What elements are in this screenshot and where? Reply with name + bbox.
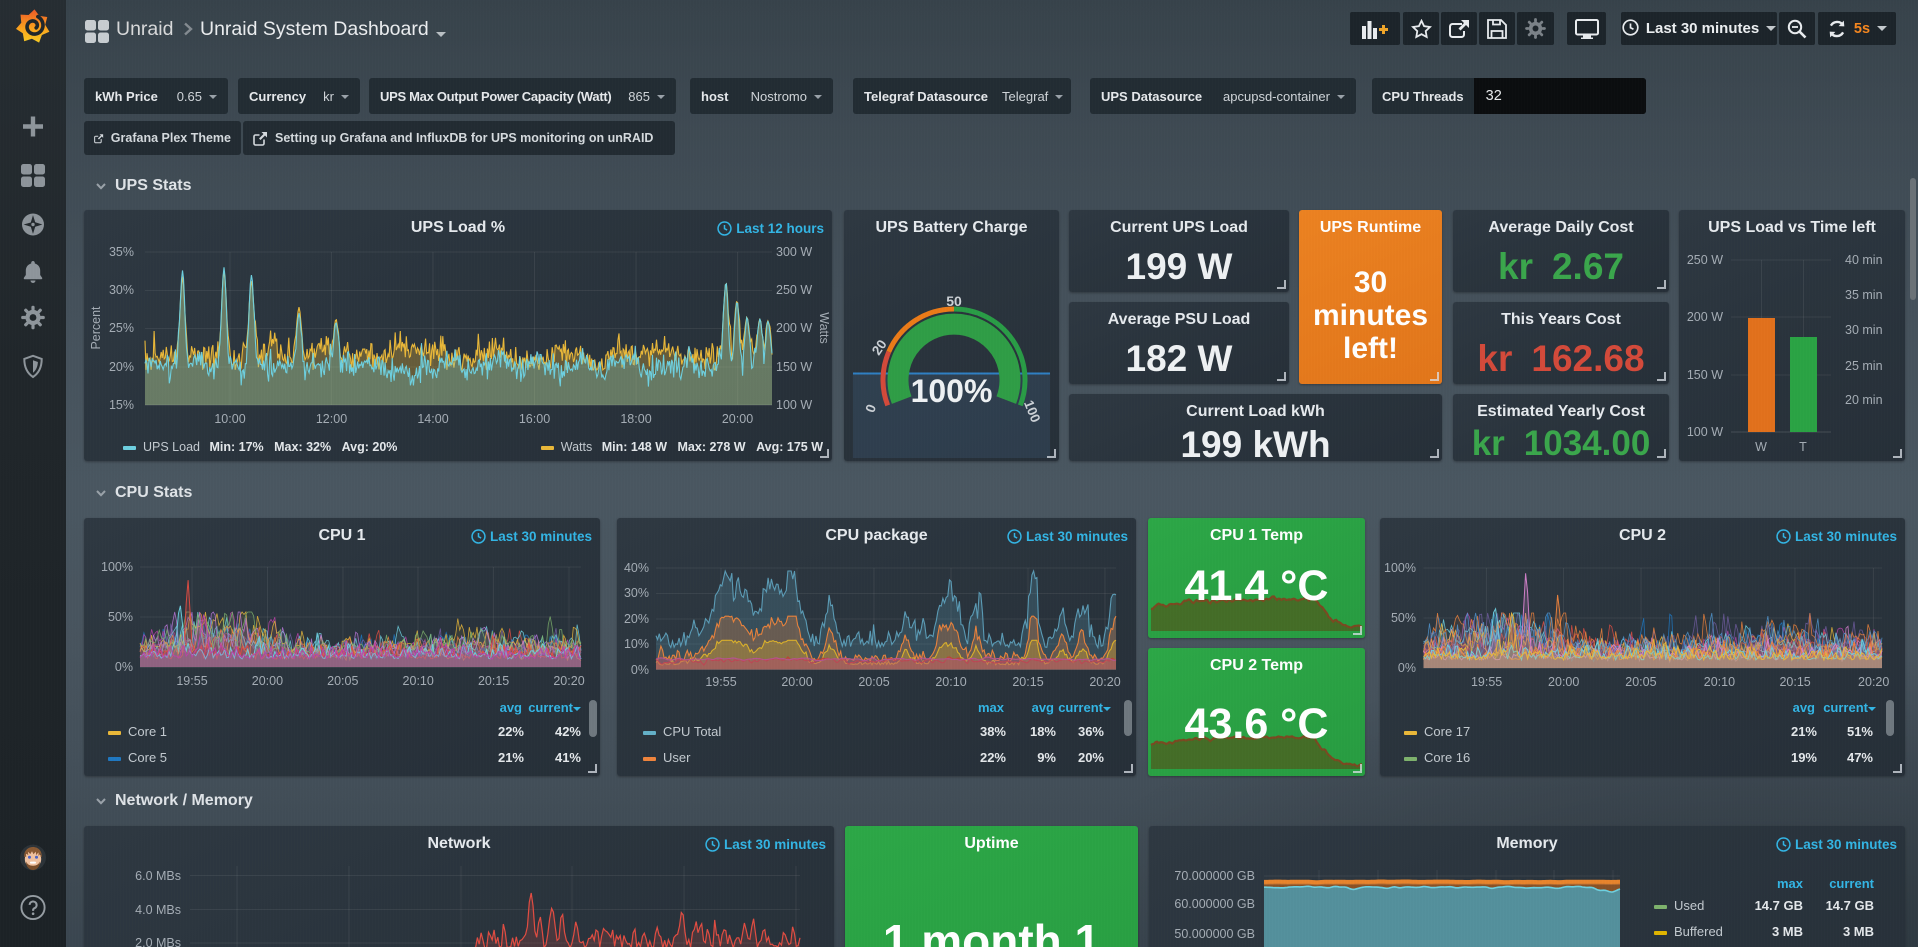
svg-text:25 min: 25 min bbox=[1845, 359, 1883, 373]
svg-text:10:00: 10:00 bbox=[214, 412, 245, 426]
svg-text:2.0 MBs: 2.0 MBs bbox=[135, 936, 181, 947]
svg-text:10%: 10% bbox=[624, 637, 649, 651]
svg-text:14:00: 14:00 bbox=[417, 412, 448, 426]
svg-text:40%: 40% bbox=[624, 561, 649, 575]
svg-text:20%: 20% bbox=[624, 612, 649, 626]
svg-text:6.0 MBs: 6.0 MBs bbox=[135, 869, 181, 883]
svg-text:W: W bbox=[1755, 440, 1767, 454]
svg-text:25%: 25% bbox=[109, 321, 134, 335]
svg-text:20:15: 20:15 bbox=[1779, 675, 1810, 689]
svg-text:200 W: 200 W bbox=[776, 321, 812, 335]
svg-text:20:05: 20:05 bbox=[327, 674, 358, 688]
svg-text:150 W: 150 W bbox=[776, 360, 812, 374]
svg-text:100%: 100% bbox=[101, 560, 133, 574]
svg-text:20 min: 20 min bbox=[1845, 393, 1883, 407]
svg-text:20:20: 20:20 bbox=[553, 674, 584, 688]
svg-text:100%: 100% bbox=[1384, 561, 1416, 575]
svg-text:20%: 20% bbox=[109, 360, 134, 374]
svg-text:4.0 MBs: 4.0 MBs bbox=[135, 903, 181, 917]
svg-text:20:15: 20:15 bbox=[478, 674, 509, 688]
svg-text:20:15: 20:15 bbox=[1012, 675, 1043, 689]
svg-text:250 W: 250 W bbox=[776, 283, 812, 297]
svg-text:0%: 0% bbox=[115, 660, 133, 674]
svg-text:150 W: 150 W bbox=[1687, 368, 1723, 382]
svg-text:16:00: 16:00 bbox=[519, 412, 550, 426]
svg-text:19:55: 19:55 bbox=[176, 674, 207, 688]
svg-text:Percent: Percent bbox=[89, 306, 103, 350]
svg-text:200 W: 200 W bbox=[1687, 310, 1723, 324]
svg-text:20:20: 20:20 bbox=[1858, 675, 1889, 689]
svg-text:20:00: 20:00 bbox=[722, 412, 753, 426]
svg-text:20:10: 20:10 bbox=[1704, 675, 1735, 689]
svg-text:100 W: 100 W bbox=[1687, 425, 1723, 439]
svg-text:15%: 15% bbox=[109, 398, 134, 412]
svg-text:50%: 50% bbox=[1391, 611, 1416, 625]
svg-text:20:10: 20:10 bbox=[403, 674, 434, 688]
svg-text:30%: 30% bbox=[624, 586, 649, 600]
svg-text:T: T bbox=[1799, 440, 1807, 454]
svg-text:20:05: 20:05 bbox=[858, 675, 889, 689]
svg-text:100 W: 100 W bbox=[776, 398, 812, 412]
svg-text:35%: 35% bbox=[109, 245, 134, 259]
svg-text:20:00: 20:00 bbox=[252, 674, 283, 688]
svg-text:40 min: 40 min bbox=[1845, 253, 1883, 267]
svg-text:0%: 0% bbox=[1398, 661, 1416, 675]
svg-text:30 min: 30 min bbox=[1845, 323, 1883, 337]
svg-text:300 W: 300 W bbox=[776, 245, 812, 259]
svg-text:Watts: Watts bbox=[817, 312, 831, 343]
svg-text:250 W: 250 W bbox=[1687, 253, 1723, 267]
svg-text:20:05: 20:05 bbox=[1625, 675, 1656, 689]
svg-text:35 min: 35 min bbox=[1845, 288, 1883, 302]
svg-text:20:20: 20:20 bbox=[1089, 675, 1120, 689]
svg-text:50%: 50% bbox=[108, 610, 133, 624]
svg-text:20:10: 20:10 bbox=[935, 675, 966, 689]
svg-text:20:00: 20:00 bbox=[781, 675, 812, 689]
svg-text:0%: 0% bbox=[631, 663, 649, 677]
svg-text:30%: 30% bbox=[109, 283, 134, 297]
svg-text:18:00: 18:00 bbox=[620, 412, 651, 426]
svg-text:19:55: 19:55 bbox=[705, 675, 736, 689]
svg-text:12:00: 12:00 bbox=[316, 412, 347, 426]
svg-text:50: 50 bbox=[946, 293, 962, 309]
svg-text:20:00: 20:00 bbox=[1548, 675, 1579, 689]
svg-text:19:55: 19:55 bbox=[1471, 675, 1502, 689]
